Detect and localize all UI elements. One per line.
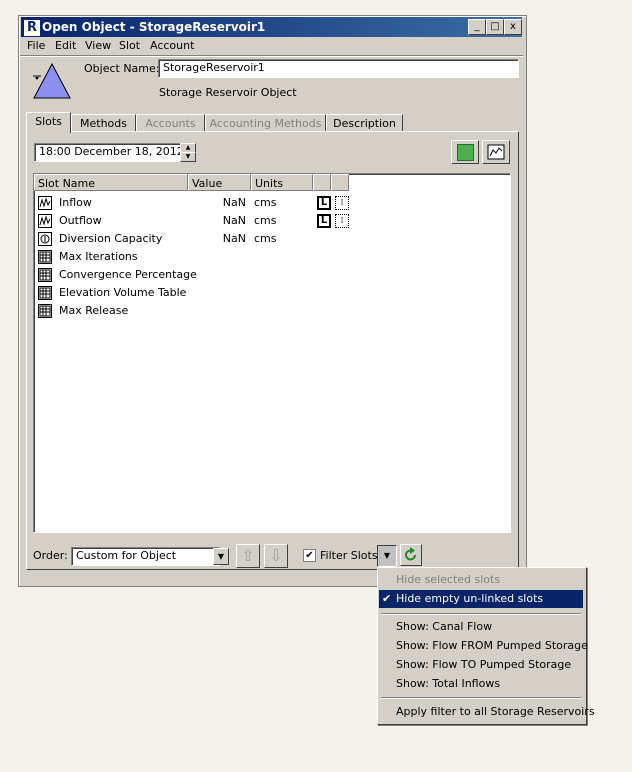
move-down-button[interactable]: ⇩ — [264, 544, 288, 568]
slot-units: cms — [254, 214, 277, 227]
slot-value: NaN — [222, 214, 246, 227]
tab-slots[interactable]: Slots — [26, 112, 71, 133]
order-select[interactable]: Custom for Object — [71, 547, 220, 566]
menu-hide-selected-slots[interactable]: Hide selected slots — [396, 573, 500, 587]
tab-accounts[interactable]: Accounts — [136, 114, 205, 132]
order-dropdown-arrow[interactable]: ▼ — [213, 548, 229, 565]
menu-hide-empty-unlinked-slots[interactable]: Hide empty un-linked slots — [396, 592, 543, 606]
dotted-indicator: ⁞ — [335, 196, 349, 210]
slot-name-max-iterations[interactable]: Max Iterations — [59, 250, 138, 264]
linked-indicator: L — [317, 214, 331, 228]
menu-slot[interactable]: Slot — [119, 39, 140, 53]
table-icon — [38, 304, 52, 318]
menu-apply-filter-all[interactable]: Apply filter to all Storage Reservoirs — [396, 705, 595, 719]
slot-name-diversion-capacity[interactable]: Diversion Capacity — [59, 232, 162, 246]
slot-name-outflow[interactable]: Outflow — [59, 214, 102, 228]
menu-show-flow-to-pumped-storage[interactable]: Show: Flow TO Pumped Storage — [396, 658, 571, 672]
close-button[interactable]: x — [504, 19, 522, 35]
menu-file[interactable]: File — [27, 39, 45, 53]
series-icon — [38, 214, 52, 228]
window-title: Open Object - StorageReservoir1 — [42, 20, 266, 34]
menu-show-total-inflows[interactable]: Show: Total Inflows — [396, 677, 500, 691]
refresh-button[interactable] — [400, 544, 422, 566]
app-icon: R — [23, 19, 41, 37]
tab-methods[interactable]: Methods — [71, 114, 136, 132]
tab-accounting-methods[interactable]: Accounting Methods — [205, 114, 326, 132]
slot-units: cms — [254, 196, 277, 209]
object-name-label: Object Name: — [84, 62, 160, 75]
green-square-icon — [457, 144, 474, 161]
object-type-label: Storage Reservoir Object — [159, 86, 297, 99]
date-down-button[interactable]: ▼ — [180, 152, 196, 162]
menu-view[interactable]: View — [85, 39, 111, 53]
check-icon: ✔ — [382, 592, 392, 605]
order-label: Order: — [33, 549, 68, 562]
column-value[interactable]: Value — [188, 174, 251, 191]
filter-slots-label: Filter Slots — [320, 549, 378, 562]
minimize-button[interactable]: _ — [468, 19, 486, 35]
menu-separator — [20, 55, 523, 57]
plot-button[interactable] — [482, 140, 510, 164]
move-up-button[interactable]: ⇧ — [236, 544, 260, 568]
slot-name-elevation-volume-table[interactable]: Elevation Volume Table — [59, 286, 186, 300]
table-icon — [38, 250, 52, 264]
menu-show-canal-flow[interactable]: Show: Canal Flow — [396, 620, 492, 634]
maximize-button[interactable]: □ — [486, 19, 504, 35]
tab-description[interactable]: Description — [326, 114, 403, 132]
refresh-icon — [405, 547, 416, 561]
slot-name-convergence-percentage[interactable]: Convergence Percentage — [59, 268, 197, 282]
linked-indicator: L — [317, 196, 331, 210]
slot-units: cms — [254, 232, 277, 245]
slot-value: NaN — [222, 196, 246, 209]
slot-name-inflow[interactable]: Inflow — [59, 196, 92, 210]
date-time-field[interactable]: 18:00 December 18, 2012 — [34, 143, 190, 162]
menu-show-flow-from-pumped-storage[interactable]: Show: Flow FROM Pumped Storage — [396, 639, 588, 653]
menu-separator — [381, 697, 581, 699]
column-units[interactable]: Units — [251, 174, 313, 191]
scalar-icon — [38, 232, 52, 246]
color-button[interactable] — [451, 140, 479, 164]
column-flag[interactable] — [331, 174, 349, 191]
column-link[interactable] — [313, 174, 331, 191]
column-slot-name[interactable]: Slot Name — [34, 174, 188, 191]
slot-name-max-release[interactable]: Max Release — [59, 304, 128, 318]
dotted-indicator: ⁞ — [335, 214, 349, 228]
storage-reservoir-icon — [33, 62, 71, 99]
series-icon — [38, 196, 52, 210]
filter-dropdown-button[interactable]: ▼ — [377, 545, 397, 567]
menu-edit[interactable]: Edit — [55, 39, 76, 53]
object-name-field[interactable]: StorageReservoir1 — [158, 59, 519, 78]
table-icon — [38, 286, 52, 300]
plot-icon — [487, 144, 505, 160]
filter-slots-checkbox[interactable]: ✔ — [303, 549, 316, 562]
menu-separator — [381, 613, 581, 615]
table-icon — [38, 268, 52, 282]
slot-value: NaN — [222, 232, 246, 245]
menu-account[interactable]: Account — [150, 39, 194, 53]
